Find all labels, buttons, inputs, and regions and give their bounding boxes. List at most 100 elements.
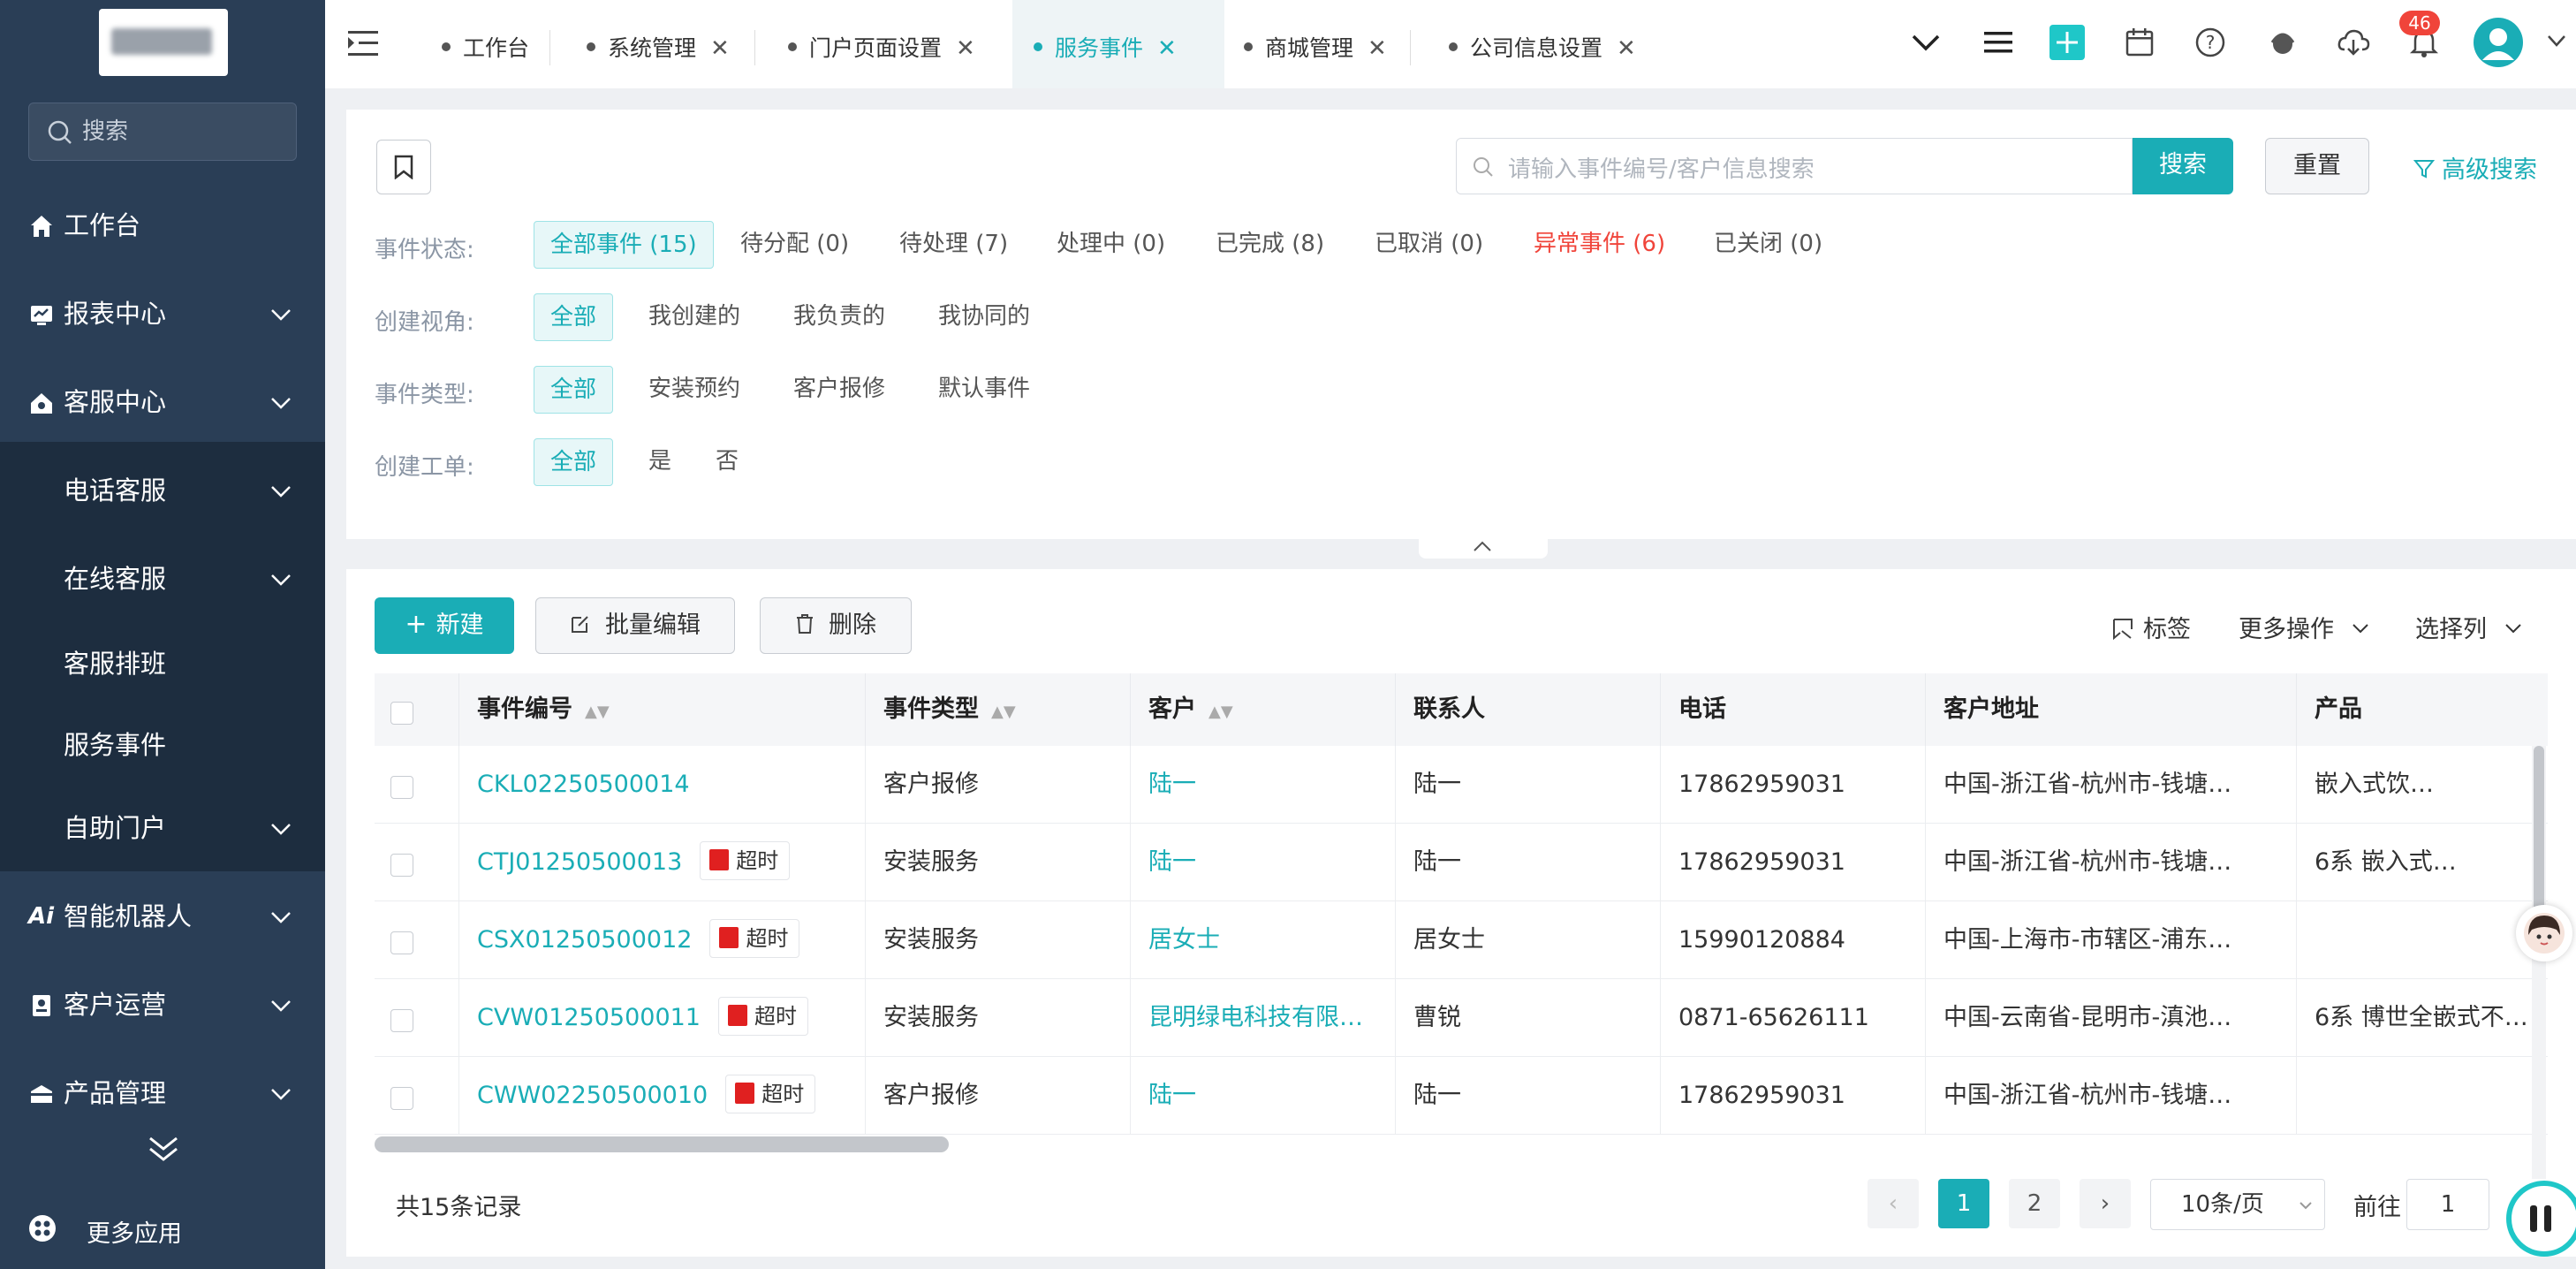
event-id-link[interactable]: CWW02250500010 [477,1082,708,1109]
list-menu-icon[interactable] [1981,25,2016,60]
row-checkbox[interactable] [390,931,413,954]
row-checkbox[interactable] [390,854,413,877]
customer-service-icon[interactable] [2265,25,2300,60]
type-chip-all[interactable]: 全部 [534,366,614,414]
view-chip-owned-by-me[interactable]: 我负责的 [777,293,901,341]
customer-cell[interactable]: 陆一 [1131,1057,1396,1135]
table-horizontal-scrollbar[interactable] [375,1136,949,1152]
prev-page-button[interactable]: ‹ [1868,1179,1919,1228]
customer-cell[interactable]: 居女士 [1131,901,1396,979]
close-icon[interactable]: ✕ [956,35,975,62]
pause-widget-button[interactable] [2500,1179,2576,1258]
table-row[interactable]: CVW01250500011 超时 安装服务 昆明绿电科技有限… 曹锐 0871-6562… [375,979,2548,1057]
close-icon[interactable]: ✕ [1368,35,1387,62]
table-row[interactable]: CTJ01250500013 超时 安装服务 陆一 陆一 17862959031 中国-浙江… [375,824,2548,901]
status-chip-unassigned[interactable]: 待分配 (0) [724,221,865,269]
sidebar-item-reports[interactable]: 报表中心 [0,272,325,355]
column-header-id[interactable]: 事件编号 ▲▼ [459,673,866,746]
table-vertical-scrollbar[interactable] [2532,746,2546,1179]
bookmark-button[interactable] [376,140,431,194]
type-chip-install[interactable]: 安装预约 [633,366,756,414]
sidebar-item-self-service-portal[interactable]: 自助门户 [0,786,325,870]
row-checkbox[interactable] [390,776,413,799]
row-checkbox[interactable] [390,1009,413,1032]
event-id-link[interactable]: CTJ01250500013 [477,848,682,876]
sidebar-item-scheduling[interactable]: 客服排班 [0,622,325,705]
tab-mall-mgmt[interactable]: 商城管理 ✕ [1235,0,1396,88]
search-button[interactable]: 搜索 [2133,138,2233,194]
table-row[interactable]: CKL02250500014 客户报修 陆一 陆一 17862959031 中国-浙江省-… [375,746,2548,824]
advanced-search-link[interactable]: 高级搜索 [2413,150,2537,185]
status-chip-pending[interactable]: 待处理 (7) [883,221,1024,269]
page-1-button[interactable]: 1 [1938,1179,1989,1228]
add-icon[interactable] [2049,25,2085,60]
status-chip-cancelled[interactable]: 已取消 (0) [1359,221,1499,269]
sidebar-item-workbench[interactable]: 工作台 [0,184,325,267]
page-2-button[interactable]: 2 [2009,1179,2060,1228]
tag-button[interactable]: 标签 [2111,610,2191,644]
collapse-filter-handle[interactable] [1419,536,1548,559]
tab-system-mgmt[interactable]: 系统管理 ✕ [578,0,739,88]
tab-workbench[interactable]: 工作台 [433,0,538,88]
column-header-customer[interactable]: 客户 ▲▼ [1131,673,1396,746]
customer-cell[interactable]: 昆明绿电科技有限… [1131,979,1396,1057]
event-id-link[interactable]: CVW01250500011 [477,1004,701,1031]
tab-service-events[interactable]: 服务事件 ✕ [1012,0,1224,88]
sidebar-search-input[interactable]: 搜索 [28,103,297,161]
sidebar-item-customer-ops[interactable]: 客户运营 [0,963,325,1046]
status-chip-completed[interactable]: 已完成 (8) [1200,221,1340,269]
status-chip-processing[interactable]: 处理中 (0) [1041,221,1181,269]
event-id-link[interactable]: CKL02250500014 [477,771,690,798]
tab-company-info[interactable]: 公司信息设置 ✕ [1440,0,1645,88]
next-page-button[interactable]: › [2080,1179,2131,1228]
chevron-down-icon[interactable] [2546,30,2567,51]
more-actions-dropdown[interactable]: 更多操作 [2239,610,2370,644]
scrollbar-thumb[interactable] [2534,746,2544,914]
new-button[interactable]: + 新建 [375,597,514,654]
table-row[interactable]: CSX01250500012 超时 安装服务 居女士 居女士 15990120884 中国-… [375,901,2548,979]
batch-edit-button[interactable]: 批量编辑 [535,597,735,654]
assistant-avatar-button[interactable] [2516,905,2572,961]
sidebar-item-phone-service[interactable]: 电话客服 [0,449,325,532]
calendar-icon[interactable] [2122,25,2157,60]
chevron-down-icon[interactable] [1908,25,1943,60]
ticket-chip-no[interactable]: 否 [700,438,754,486]
view-chip-created-by-me[interactable]: 我创建的 [633,293,756,341]
type-chip-repair[interactable]: 客户报修 [777,366,901,414]
tab-portal-settings[interactable]: 门户页面设置 ✕ [779,0,984,88]
avatar[interactable] [2474,18,2523,67]
close-icon[interactable]: ✕ [710,35,730,62]
sidebar-item-online-service[interactable]: 在线客服 [0,537,325,620]
close-icon[interactable]: ✕ [1157,35,1177,62]
collapse-menu-icon[interactable] [346,28,380,58]
table-row[interactable]: CWW02250500010 超时 客户报修 陆一 陆一 17862959031 中国-浙江… [375,1057,2548,1135]
select-all-checkbox[interactable] [390,702,413,725]
goto-page-input[interactable]: 1 [2406,1179,2489,1230]
sidebar-item-product-mgmt[interactable]: 产品管理 [0,1052,325,1135]
sidebar-item-service-events[interactable]: 服务事件 [0,703,325,786]
status-chip-abnormal[interactable]: 异常事件 (6) [1518,221,1681,269]
delete-button[interactable]: 删除 [760,597,912,654]
select-columns-dropdown[interactable]: 选择列 [2415,610,2523,644]
status-chip-closed[interactable]: 已关闭 (0) [1698,221,1838,269]
cloud-download-icon[interactable] [2336,25,2371,60]
page-size-select[interactable]: 10条/页 [2150,1179,2325,1230]
ticket-chip-all[interactable]: 全部 [534,438,614,486]
row-checkbox[interactable] [390,1087,413,1110]
column-header-type[interactable]: 事件类型 ▲▼ [866,673,1131,746]
status-chip-all[interactable]: 全部事件 (15) [534,221,714,269]
view-chip-collaborating[interactable]: 我协同的 [922,293,1046,341]
sidebar-item-ai-robot[interactable]: Ai 智能机器人 [0,875,325,958]
close-icon[interactable]: ✕ [1617,35,1636,62]
sidebar-item-service-center[interactable]: 客服中心 [0,361,325,444]
event-id-link[interactable]: CSX01250500012 [477,926,692,954]
help-icon[interactable]: ? [2193,25,2228,60]
view-chip-all[interactable]: 全部 [534,293,614,341]
customer-cell[interactable]: 陆一 [1131,824,1396,901]
type-chip-default[interactable]: 默认事件 [922,366,1046,414]
customer-cell[interactable]: 陆一 [1131,746,1396,824]
event-search-input[interactable]: 请输入事件编号/客户信息搜索 [1456,138,2133,194]
reset-button[interactable]: 重置 [2265,138,2369,194]
ticket-chip-yes[interactable]: 是 [633,438,687,486]
expand-more-icon[interactable] [147,1135,180,1165]
